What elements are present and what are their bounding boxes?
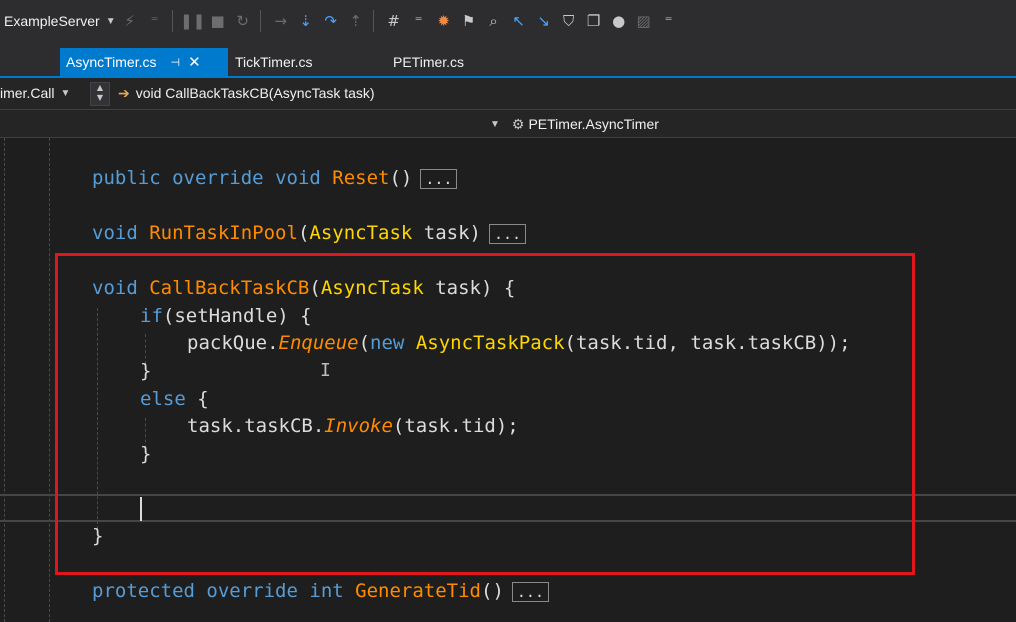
debug-toolbar: ExampleServer ▼ ⚡ ⁼ ❚❚ ■ ↻ → ⇣ ↷ ⇡ # ⁼ ✹… (0, 0, 1016, 43)
collapsed-region-button[interactable]: ... (488, 223, 527, 244)
chevron-down-icon: ▼ (105, 15, 116, 27)
method-name: RunTaskInPool (149, 222, 298, 244)
tab-ticktimer[interactable]: TickTimer.cs (229, 48, 319, 76)
code-text: () (481, 580, 504, 602)
pause-icon[interactable]: ❚❚ (180, 10, 205, 32)
keyword: protected (92, 580, 195, 602)
indent-guide (4, 138, 5, 622)
method-dropdown-label: void CallBackTaskCB(AsyncTask task) (135, 85, 375, 101)
tab-asynctimer[interactable]: AsyncTimer.cs ⊣ ✕ (60, 48, 228, 76)
step-into-icon[interactable]: ⇣ (295, 10, 317, 32)
disabled-icon[interactable]: ▨ (633, 10, 655, 32)
class-dropdown-label: PETimer.AsyncTimer (528, 116, 659, 132)
navigate-forward-icon[interactable]: ↘ (533, 10, 555, 32)
arrow-right-icon: ➔ (118, 84, 130, 101)
window-icon[interactable]: ❐ (583, 10, 605, 32)
threads-icon[interactable]: ✹ (433, 10, 455, 32)
keyword: public (92, 167, 161, 189)
startup-project-selector[interactable]: ExampleServer ▼ (4, 9, 116, 33)
member-dropdown[interactable]: imer.Call ▼ (0, 82, 86, 104)
class-navigation-bar: ▼ ⚙ PETimer.AsyncTimer (0, 110, 1016, 138)
red-highlight-box (55, 253, 915, 575)
restart-icon[interactable]: ↻ (232, 10, 254, 32)
breakpoints-icon[interactable]: ⚑ (458, 10, 480, 32)
close-icon[interactable]: ✕ (188, 53, 201, 71)
document-tabs: AsyncTimer.cs ⊣ ✕ TickTimer.cs PETimer.c… (0, 42, 1016, 78)
more-icon[interactable]: ⁼ (144, 10, 166, 32)
stop-icon[interactable]: ■ (207, 10, 229, 32)
spin-buttons[interactable]: ▲ ▼ (90, 82, 110, 106)
chevron-down-icon: ▼ (60, 87, 71, 99)
class-dropdown[interactable]: ▼ ⚙ PETimer.AsyncTimer (490, 113, 659, 135)
startup-project-label: ExampleServer (4, 13, 100, 29)
pin-icon[interactable]: ⊣ (171, 56, 181, 69)
keyword: int (309, 580, 344, 602)
settings-icon[interactable]: ● (608, 10, 630, 32)
code-line-run: void RunTaskInPool(AsyncTask task)... (92, 221, 527, 245)
navigation-bar: imer.Call ▼ ▲ ▼ ➔ void CallBackTaskCB(Asy… (0, 78, 1016, 110)
code-editor[interactable]: public override void Reset()... void Run… (0, 138, 1016, 622)
keyword: override (206, 580, 298, 602)
toolbar-separator (171, 10, 173, 32)
hex-icon[interactable]: # (383, 10, 405, 32)
chevron-down-icon: ▼ (490, 118, 500, 130)
more-icon[interactable]: ⁼ (658, 10, 680, 32)
step-out-icon[interactable]: ⇡ (345, 10, 367, 32)
tab-label: AsyncTimer.cs (66, 54, 157, 70)
type-name: AsyncTask (309, 222, 413, 244)
collapsed-region-button[interactable]: ... (511, 581, 549, 602)
tab-petimer[interactable]: PETimer.cs (387, 48, 470, 76)
collapsed-region-button[interactable]: ... (420, 168, 458, 189)
hot-reload-icon[interactable]: ⚡ (119, 10, 141, 32)
code-text: task) (412, 222, 481, 244)
method-name: Reset (332, 167, 390, 189)
code-line-reset: public override void Reset()... (92, 166, 458, 190)
tab-label: PETimer.cs (393, 54, 465, 70)
tab-label: TickTimer.cs (235, 54, 313, 70)
code-text: () (389, 167, 413, 189)
code-line-generate: protected override int GenerateTid()... (92, 579, 549, 603)
step-over-icon[interactable]: ↷ (320, 10, 342, 32)
indent-guide (49, 138, 50, 622)
keyword: void (92, 222, 138, 244)
keyword: void (275, 167, 321, 189)
find-icon[interactable]: ⌕ (483, 10, 505, 32)
keyword: override (172, 167, 264, 189)
method-dropdown[interactable]: ➔ void CallBackTaskCB(AsyncTask task) (118, 82, 375, 104)
navigate-back-icon[interactable]: ↖ (508, 10, 530, 32)
code-text: ( (297, 222, 310, 244)
member-dropdown-label: imer.Call (0, 85, 55, 101)
method-name: GenerateTid (355, 580, 481, 602)
class-icon: ⚙ (511, 115, 525, 132)
more-icon[interactable]: ⁼ (408, 10, 430, 32)
toolbar-separator (372, 10, 374, 32)
show-next-statement-icon[interactable]: → (270, 10, 292, 32)
bookmark-icon[interactable]: ⛉ (558, 10, 580, 32)
toolbar-separator (259, 10, 261, 32)
